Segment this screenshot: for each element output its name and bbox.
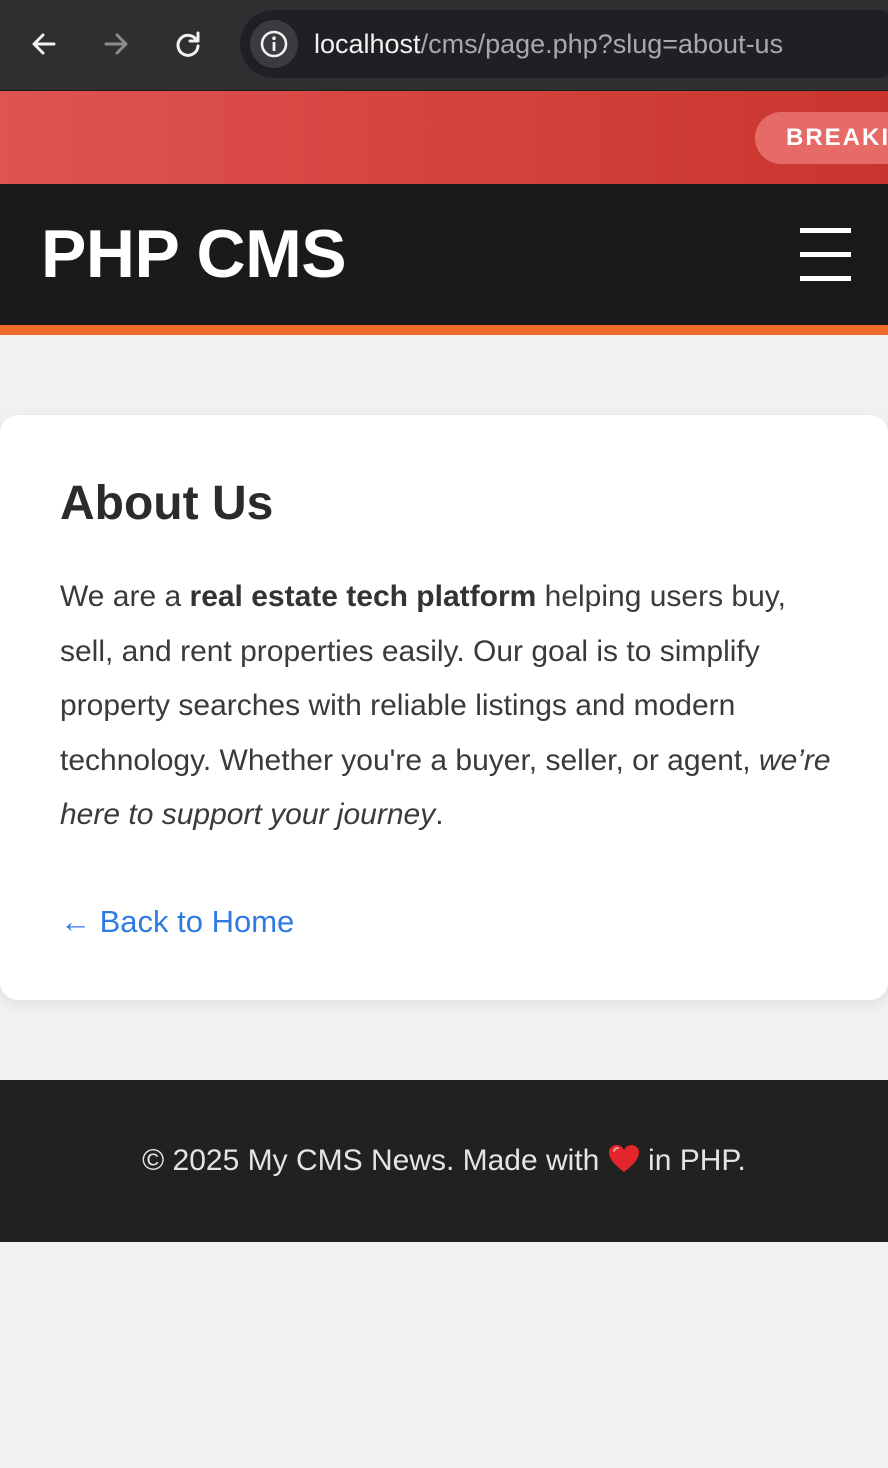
body-bold-phrase: real estate tech platform [189,580,537,613]
footer-text-after: in PHP. [639,1144,746,1177]
page-title: About Us [60,477,274,530]
footer-text-before: © 2025 My CMS News. Made with [142,1144,608,1177]
reload-button[interactable] [166,22,210,66]
url-text[interactable]: localhost/cms/page.php?slug=about-us [314,28,783,60]
browser-toolbar: localhost/cms/page.php?slug=about-us [0,0,888,91]
back-button[interactable] [22,22,66,66]
header-accent-bar [0,325,888,335]
body-lead: We are a [60,580,190,613]
url-host: localhost [314,29,421,59]
address-bar[interactable]: localhost/cms/page.php?slug=about-us [240,10,888,78]
info-icon [260,30,288,58]
site-info-button[interactable] [250,20,298,68]
forward-button[interactable] [94,22,138,66]
back-to-home-link[interactable]: ← Back to Home [60,900,294,944]
reload-icon [176,31,200,57]
body-end: . [435,798,444,831]
hamburger-menu-icon[interactable] [800,228,851,281]
page-body: We are a real estate tech platform helpi… [60,570,840,843]
url-path: /cms/page.php?slug=about-us [420,29,784,59]
arrow-right-icon [104,33,128,55]
arrow-left-icon [32,33,56,55]
heart-icon [608,1144,640,1186]
breaking-news-strip: BREAKI [0,91,888,184]
footer-text: © 2025 My CMS News. Made with in PHP. [0,1140,888,1186]
site-logo[interactable]: PHP CMS [41,212,347,296]
breaking-badge: BREAKI [755,112,888,164]
